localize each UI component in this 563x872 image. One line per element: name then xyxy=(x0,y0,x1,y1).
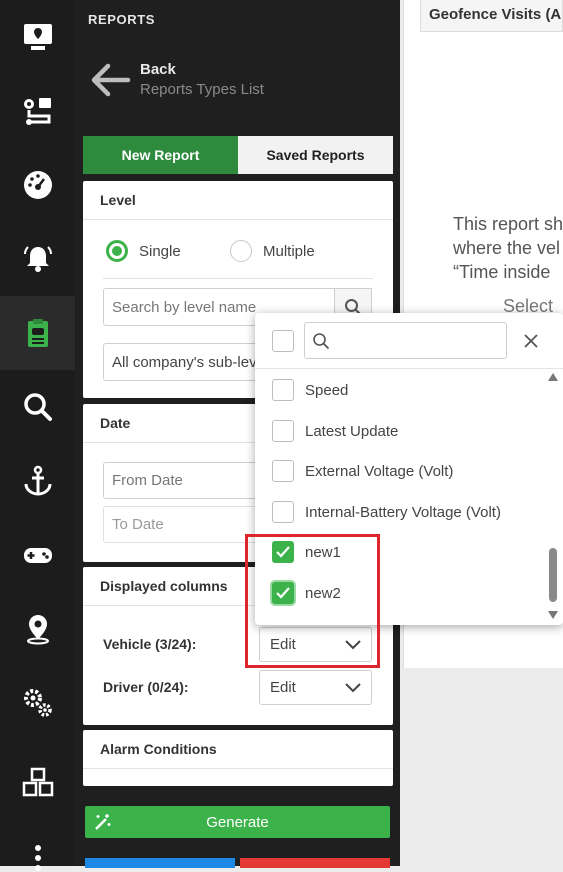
desc-line: This report sh xyxy=(453,214,563,234)
edit-label: Edit xyxy=(270,679,296,696)
tab-saved-reports[interactable]: Saved Reports xyxy=(238,136,393,174)
report-description: This report sh where the vel “Time insid… xyxy=(453,212,563,318)
gears-icon xyxy=(23,689,52,717)
driver-columns-label: Driver (0/24): xyxy=(103,679,189,695)
divider xyxy=(103,278,373,279)
sidebar-item-routes[interactable] xyxy=(0,74,75,148)
checkbox-unchecked[interactable] xyxy=(272,501,294,523)
sidebar-item-alarms[interactable] xyxy=(0,222,75,296)
scroll-up-icon[interactable] xyxy=(548,373,558,381)
alarm-conditions-card: Alarm Conditions xyxy=(83,730,393,786)
list-item[interactable]: Latest Update xyxy=(272,420,398,442)
sidebar-item-search[interactable] xyxy=(0,370,75,444)
dropdown-scrollbar[interactable] xyxy=(547,373,559,621)
location-pin-icon xyxy=(26,615,49,645)
list-item[interactable]: Internal-Battery Voltage (Volt) xyxy=(272,501,501,523)
sidebar-item-dashboard[interactable] xyxy=(0,148,75,222)
monitor-pin-icon xyxy=(23,24,52,50)
list-item[interactable]: External Voltage (Volt) xyxy=(272,460,453,482)
blue-action-button[interactable] xyxy=(85,858,235,868)
more-vertical-icon xyxy=(34,845,41,871)
anchor-icon xyxy=(24,465,51,496)
checkbox-unchecked[interactable] xyxy=(272,460,294,482)
radio-multiple[interactable]: Multiple xyxy=(230,240,315,262)
tab-new-report[interactable]: New Report xyxy=(83,136,238,174)
sidebar-item-settings[interactable] xyxy=(0,666,75,740)
search-icon xyxy=(23,393,52,421)
alarm-conditions-title: Alarm Conditions xyxy=(83,730,393,769)
alarm-bell-icon xyxy=(23,246,52,272)
sidebar-item-anchor[interactable] xyxy=(0,444,75,518)
sidebar-item-packages[interactable] xyxy=(0,746,75,820)
desc-line: “Time inside xyxy=(453,262,551,282)
item-label: Latest Update xyxy=(305,422,399,440)
sidebar-rail xyxy=(0,0,75,871)
radio-single-label: Single xyxy=(139,242,181,260)
close-icon[interactable] xyxy=(523,333,539,349)
radio-unchecked-icon xyxy=(230,240,252,262)
report-tabs: New Report Saved Reports xyxy=(83,136,393,174)
scroll-thumb[interactable] xyxy=(549,548,557,602)
highlight-box xyxy=(245,534,380,668)
item-label: External Voltage (Volt) xyxy=(305,462,454,480)
scroll-down-icon[interactable] xyxy=(548,611,558,619)
gamepad-icon xyxy=(23,548,52,563)
sidebar-item-games[interactable] xyxy=(0,518,75,592)
checkbox-unchecked[interactable] xyxy=(272,420,294,442)
back-link[interactable]: Back xyxy=(140,61,176,78)
radio-checked-icon xyxy=(106,240,128,262)
cubes-icon xyxy=(22,767,53,797)
desc-line: where the vel xyxy=(453,238,561,258)
back-arrow-icon[interactable] xyxy=(88,60,132,100)
level-card-title: Level xyxy=(83,181,393,220)
vehicle-columns-label: Vehicle (3/24): xyxy=(103,636,197,652)
search-icon xyxy=(313,333,330,350)
driver-columns-edit[interactable]: Edit xyxy=(259,670,372,705)
item-label: Speed xyxy=(305,381,349,399)
sidebar-item-reports[interactable] xyxy=(0,296,75,370)
dropdown-search-input[interactable] xyxy=(304,322,507,359)
red-action-button[interactable] xyxy=(240,858,390,868)
magic-wand-icon xyxy=(95,814,111,830)
report-tab-title[interactable]: Geofence Visits (Alarm xyxy=(420,0,563,32)
radio-multiple-label: Multiple xyxy=(263,242,315,260)
chevron-down-icon xyxy=(345,682,361,692)
dashboard-icon xyxy=(23,171,52,199)
back-subtitle: Reports Types List xyxy=(140,81,264,98)
route-icon xyxy=(23,98,51,125)
generate-label: Generate xyxy=(206,813,269,831)
select-all-checkbox[interactable] xyxy=(272,330,294,352)
list-item[interactable]: Speed xyxy=(272,379,348,401)
divider xyxy=(255,368,563,369)
radio-single[interactable]: Single xyxy=(106,240,181,262)
sidebar-item-monitor[interactable] xyxy=(0,0,75,74)
sidebar-item-locations[interactable] xyxy=(0,592,75,666)
reports-clipboard-icon xyxy=(27,319,48,347)
generate-button[interactable]: Generate xyxy=(85,806,390,838)
item-label: Internal-Battery Voltage (Volt) xyxy=(305,503,501,521)
checkbox-unchecked[interactable] xyxy=(272,379,294,401)
panel-title: REPORTS xyxy=(88,12,156,27)
